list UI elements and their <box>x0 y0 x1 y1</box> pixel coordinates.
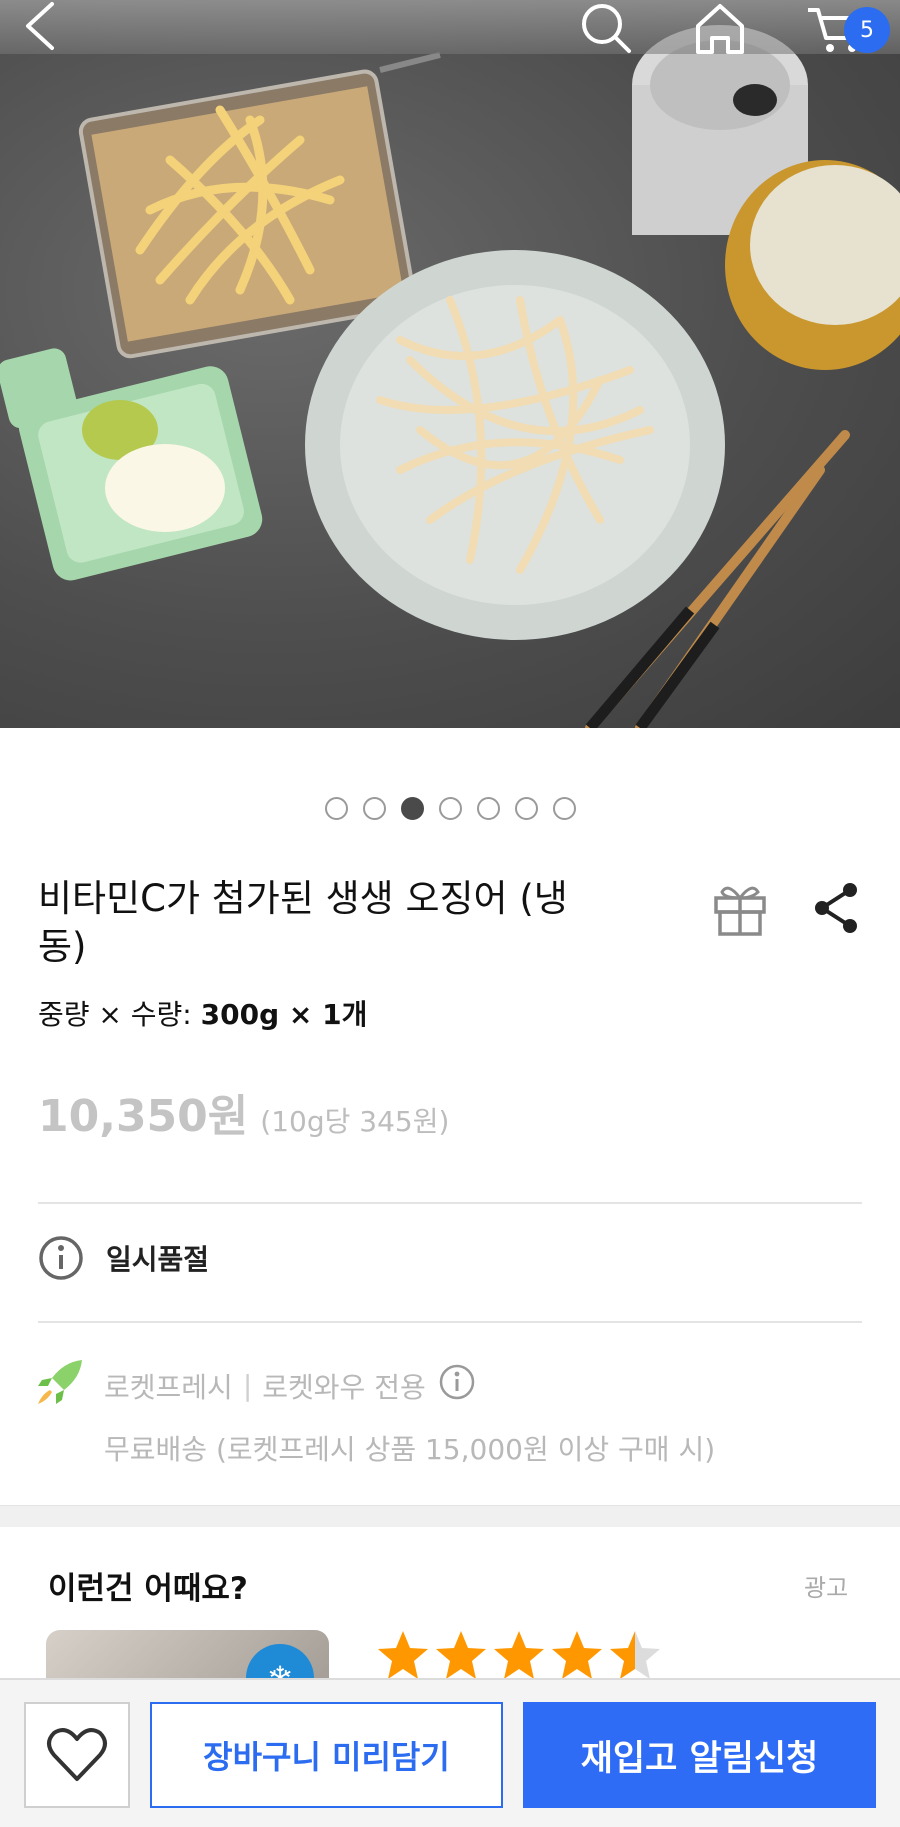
heart-icon <box>47 1728 107 1781</box>
restock-alert-button[interactable]: 재입고 알림신청 <box>523 1702 876 1808</box>
rocket-fresh-label: 로켓프레시 <box>104 1370 233 1404</box>
gift-button[interactable] <box>710 878 770 938</box>
pager-dot[interactable] <box>552 797 576 820</box>
cart-count-badge: 5 <box>844 7 890 53</box>
star-full-icon <box>436 1631 486 1679</box>
info-icon <box>39 1236 83 1280</box>
product-photo-illustration <box>0 25 900 728</box>
separator: | <box>242 1369 253 1402</box>
share-button[interactable] <box>808 880 864 936</box>
pager-dot[interactable] <box>324 797 348 820</box>
product-detail-page: 5 비타민C가 첨가된 생생 오징어 (냉동) 중량 × 수량: 300g × … <box>0 0 900 1827</box>
top-nav-bar <box>0 0 900 54</box>
rocket-fresh-icon <box>38 1360 82 1404</box>
star-full-icon <box>494 1631 544 1679</box>
free-shipping-text: 무료배송 (로켓프레시 상품 15,000원 이상 구매 시) <box>104 1433 716 1466</box>
pager-dot[interactable] <box>514 797 538 820</box>
add-to-cart-button[interactable]: 장바구니 미리담기 <box>150 1702 503 1808</box>
weight-quantity: 중량 × 수량: 300g × 1개 <box>38 993 367 1033</box>
price: 10,350원 <box>38 1091 249 1142</box>
pager-dot-active[interactable] <box>400 797 424 820</box>
image-pager <box>0 797 900 820</box>
section-gap <box>0 1505 900 1527</box>
stock-status-text: 일시품절 <box>106 1243 210 1276</box>
shipping-info-button[interactable] <box>438 1363 476 1408</box>
search-icon <box>582 4 631 53</box>
stock-status: 일시품절 <box>38 1235 209 1281</box>
wishlist-button[interactable] <box>24 1702 130 1808</box>
home-icon <box>696 4 744 54</box>
product-image[interactable]: 5 <box>0 0 900 728</box>
star-full-icon <box>378 1631 428 1679</box>
ad-label: 광고 <box>804 1574 849 1602</box>
search-button[interactable] <box>578 0 648 54</box>
spec-value: 300g × 1개 <box>200 998 368 1031</box>
home-button[interactable] <box>692 0 762 54</box>
recommend-title: 이런건 어때요? <box>48 1571 248 1607</box>
pager-dot[interactable] <box>362 797 386 820</box>
product-title: 비타민C가 첨가된 생생 오징어 (냉동) <box>38 877 568 968</box>
pager-dot[interactable] <box>438 797 462 820</box>
share-icon <box>815 883 857 933</box>
unit-price: (10g당 345원) <box>260 1105 450 1138</box>
back-button[interactable] <box>20 0 90 54</box>
info-icon <box>439 1364 474 1400</box>
star-half-icon <box>610 1631 660 1679</box>
gift-icon <box>714 886 766 936</box>
star-full-icon <box>552 1631 602 1679</box>
price-block: 10,350원 (10g당 345원) <box>38 1080 449 1144</box>
pager-dot[interactable] <box>476 797 500 820</box>
shipping-type: 로켓프레시 | 로켓와우 전용 <box>104 1363 476 1408</box>
membership-label: 로켓와우 전용 <box>262 1370 426 1404</box>
back-arrow-icon <box>26 2 54 50</box>
divider <box>38 1321 862 1323</box>
star-rating <box>376 1628 662 1682</box>
spec-label: 중량 × 수량: <box>38 998 201 1031</box>
divider <box>38 1202 862 1204</box>
